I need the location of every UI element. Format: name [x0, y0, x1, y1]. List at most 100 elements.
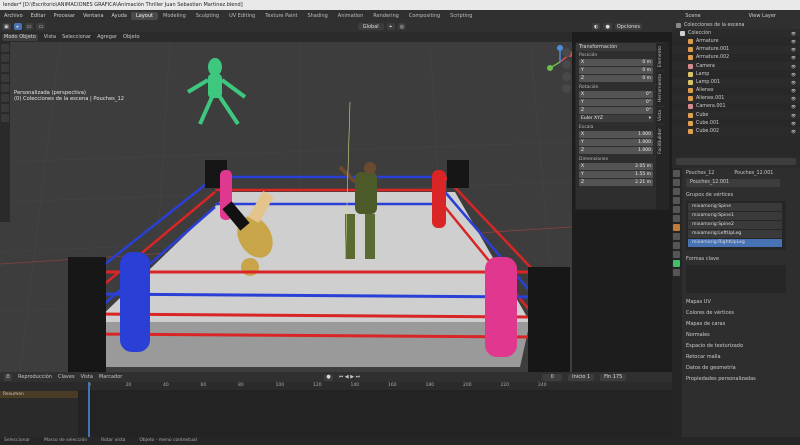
proportional-edit-button[interactable]: ◎ — [397, 23, 407, 30]
position-y-field[interactable]: Y0 m — [579, 67, 653, 74]
menu-agregar[interactable]: Agregar — [97, 34, 117, 40]
rotation-z-field[interactable]: Z 0° — [579, 107, 653, 114]
world-tab-icon[interactable] — [673, 215, 680, 222]
position-z-field[interactable]: Z0 m — [579, 75, 653, 82]
menu-objeto[interactable]: Objeto — [123, 34, 140, 40]
zoom-icon[interactable] — [562, 48, 571, 57]
visibility-eye-icon[interactable]: 👁 — [791, 104, 796, 109]
summary-channel[interactable]: Resumen — [0, 391, 78, 398]
view-layer-selector[interactable]: View Layer — [745, 13, 780, 19]
visibility-eye-icon[interactable]: 👁 — [791, 72, 796, 77]
scale-tool[interactable] — [1, 84, 9, 92]
perspective-grid-icon[interactable] — [562, 84, 571, 93]
particles-tab-icon[interactable] — [673, 242, 680, 249]
outliner-item[interactable]: Alienex.001 👁 — [672, 94, 800, 103]
annotate-tool[interactable] — [1, 104, 9, 112]
render-tab-icon[interactable] — [673, 179, 680, 186]
rotate-tool[interactable] — [1, 74, 9, 82]
visibility-eye-icon[interactable]: 👁 — [791, 129, 796, 134]
scale-z-field[interactable]: Z 1.000 — [579, 147, 653, 154]
viewport-shading-button-2[interactable]: ● — [603, 23, 612, 30]
mesh-data-selector[interactable]: Pouches_12.001 — [686, 179, 780, 187]
tool-tab-icon[interactable] — [673, 170, 680, 177]
menu-vista-timeline[interactable]: Vista — [81, 374, 93, 380]
3d-viewport[interactable]: Personalizada (perspectiva) (0) Coleccio… — [0, 42, 572, 372]
menu-archivo[interactable]: Archivo — [0, 13, 27, 19]
vertex-group-item[interactable]: mixamorig:Spine1 — [688, 212, 782, 220]
record-button[interactable]: ● — [324, 373, 333, 381]
tab-animation[interactable]: Animation — [333, 12, 369, 20]
snap-button[interactable]: ⌖ — [386, 23, 395, 30]
timeline-editor-type[interactable]: ⏱ — [4, 373, 12, 381]
select-mode-button[interactable]: ▭ — [24, 23, 34, 30]
mode-dropdown[interactable]: Modo Objeto — [2, 33, 38, 41]
menu-ventana[interactable]: Ventana — [79, 13, 108, 19]
playback-controls[interactable]: ⏮ ◀ ▶ ⏭ — [339, 374, 360, 380]
section-face-maps[interactable]: Mapas de caras — [672, 319, 800, 330]
outliner-item[interactable]: Camera 👁 — [672, 61, 800, 71]
rotation-y-field[interactable]: Y 0° — [579, 99, 653, 106]
tab-vista[interactable]: Vista — [657, 105, 664, 124]
scene-tab-icon[interactable] — [673, 206, 680, 213]
menu-claves[interactable]: Claves — [58, 374, 75, 380]
menu-marcador[interactable]: Marcador — [99, 374, 122, 380]
editor-type-button[interactable]: ▣ — [2, 23, 11, 30]
dimension-x-field[interactable]: X 2.05 m — [579, 163, 653, 170]
vertex-group-item[interactable]: mixamorig:Spine — [688, 203, 782, 211]
outliner-item[interactable]: Alienex 👁 — [672, 87, 800, 95]
tab-modeling[interactable]: Modeling — [158, 12, 191, 20]
vertex-group-item-selected[interactable]: mixamorig:RightUpLeg — [688, 239, 782, 247]
scale-x-field[interactable]: X 1.000 — [579, 131, 653, 138]
transform-orientation-select[interactable]: Global — [357, 23, 384, 30]
section-texture-space[interactable]: Espacio de texturizado — [672, 341, 800, 352]
current-frame-field[interactable]: 0 — [542, 373, 563, 381]
section-remesh[interactable]: Retocar malla — [672, 352, 800, 363]
outliner-item[interactable]: Cube.002 👁 — [672, 127, 800, 136]
playhead[interactable] — [88, 382, 90, 437]
select-tool-button[interactable]: ▸ — [13, 23, 22, 30]
visibility-eye-icon[interactable]: 👁 — [791, 47, 796, 52]
menu-vista[interactable]: Vista — [44, 34, 56, 40]
tab-uv-editing[interactable]: UV Editing — [224, 12, 260, 20]
outliner-item[interactable]: Colección 👁 — [672, 29, 800, 38]
visibility-eye-icon[interactable]: 👁 — [791, 96, 796, 101]
tab-herramienta[interactable]: Herramienta — [657, 70, 664, 106]
section-normals[interactable]: Normales — [672, 330, 800, 341]
tab-sculpting[interactable]: Sculpting — [191, 12, 224, 20]
vertex-group-item[interactable]: mixamorig:LeftUpLeg — [688, 230, 782, 238]
tab-scripting[interactable]: Scripting — [445, 12, 477, 20]
mesh-data-tab-icon[interactable] — [673, 260, 680, 267]
pan-hand-icon[interactable] — [562, 60, 571, 69]
scene-selector[interactable]: Scene — [681, 13, 704, 19]
start-frame-field[interactable]: Inicio 1 — [568, 373, 595, 381]
output-tab-icon[interactable] — [673, 188, 680, 195]
menu-ayuda[interactable]: Ayuda — [108, 13, 131, 19]
position-x-field[interactable]: X0 m — [579, 59, 653, 66]
visibility-eye-icon[interactable]: 👁 — [791, 88, 796, 93]
menu-reproduccion[interactable]: Reproducción — [18, 374, 52, 380]
properties-search[interactable] — [672, 154, 800, 168]
menu-procesar[interactable]: Procesar — [50, 13, 79, 19]
outliner-item[interactable]: Armature 👁 — [672, 37, 800, 45]
tab-rendering[interactable]: Rendering — [368, 12, 404, 20]
visibility-eye-icon[interactable]: 👁 — [791, 55, 796, 60]
dimension-y-field[interactable]: Y 1.55 m — [579, 171, 653, 178]
view-layer-tab-icon[interactable] — [673, 197, 680, 204]
outliner-item[interactable]: Armature.002 👁 — [672, 54, 800, 62]
transform-tool[interactable] — [1, 94, 9, 102]
timeline-area[interactable]: 020406080100120140160180200220240 — [0, 382, 672, 437]
measure-tool[interactable] — [1, 114, 9, 122]
outliner-item[interactable]: Armature.001 👁 — [672, 45, 800, 54]
outliner-item[interactable]: Lamp 👁 — [672, 70, 800, 78]
visibility-eye-icon[interactable]: 👁 — [791, 113, 796, 118]
scale-y-field[interactable]: Y 1.000 — [579, 139, 653, 146]
object-tab-icon[interactable] — [673, 224, 680, 231]
visibility-eye-icon[interactable]: 👁 — [791, 80, 796, 85]
select-box-tool[interactable] — [1, 44, 9, 52]
options-dropdown[interactable]: Opciones — [614, 23, 642, 30]
visibility-eye-icon[interactable]: 👁 — [791, 64, 796, 69]
outliner-item[interactable]: Cube 👁 — [672, 111, 800, 120]
rotation-x-field[interactable]: X 0° — [579, 91, 653, 98]
vertex-group-item[interactable]: mixamorig:Spine2 — [688, 221, 782, 229]
dimension-z-field[interactable]: Z 2.21 m — [579, 179, 653, 186]
